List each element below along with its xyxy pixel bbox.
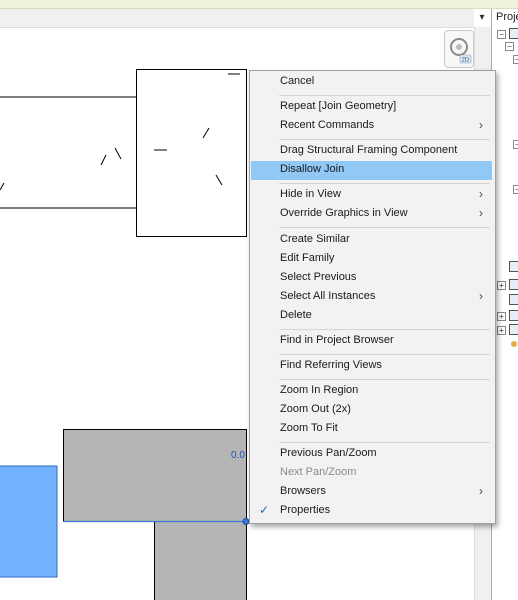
temporary-dimension[interactable]: 0.0 <box>231 450 245 461</box>
hatch-mark <box>114 147 122 160</box>
sheets-icon <box>509 279 518 290</box>
menu-item-cancel[interactable]: Cancel <box>251 73 492 92</box>
menu-item-hide-in-view[interactable]: Hide in View › <box>251 186 492 205</box>
menu-item-zoom-to-fit[interactable]: Zoom To Fit <box>251 420 492 439</box>
tree-expand-icon[interactable]: + <box>497 326 506 335</box>
menu-item-repeat-join-geometry[interactable]: Repeat [Join Geometry] <box>251 98 492 117</box>
menu-item-disallow-join[interactable]: Disallow Join <box>251 161 492 180</box>
menu-item-override-graphics-in-view[interactable]: Override Graphics in View › <box>251 205 492 224</box>
framing-outline-left[interactable] <box>0 96 138 209</box>
menu-separator <box>279 442 490 443</box>
chevron-right-icon: › <box>479 118 483 132</box>
chevron-right-icon: › <box>479 187 483 201</box>
menu-item-next-pan-zoom: Next Pan/Zoom <box>280 466 357 478</box>
project-browser-title: Proje <box>496 11 518 23</box>
legends-icon <box>509 294 518 305</box>
tree-expand-icon[interactable]: + <box>497 281 506 290</box>
menu-item-browsers[interactable]: Browsers › <box>251 483 492 502</box>
tree-expand-icon[interactable]: + <box>497 312 506 321</box>
tree-collapse-icon[interactable]: − <box>505 42 514 51</box>
menu-item-delete[interactable]: Delete <box>251 307 492 326</box>
tree-collapse-icon[interactable]: − <box>513 140 518 149</box>
menu-separator <box>279 379 490 380</box>
menu-item-create-similar[interactable]: Create Similar <box>251 231 492 250</box>
families-icon <box>509 310 518 321</box>
structural-element-bottom[interactable] <box>154 521 247 600</box>
steering-wheel-icon: 2D <box>450 38 472 64</box>
menu-item-properties[interactable]: ✓ Properties <box>251 502 492 521</box>
menu-item-zoom-out[interactable]: Zoom Out (2x) <box>251 401 492 420</box>
menu-separator <box>279 227 490 228</box>
menu-separator <box>279 183 490 184</box>
menu-item-find-referring-views[interactable]: Find Referring Views <box>251 357 492 376</box>
context-menu: Cancel Repeat [Join Geometry] Recent Com… <box>249 70 496 524</box>
menu-item-select-previous[interactable]: Select Previous <box>251 269 492 288</box>
menu-separator <box>279 95 490 96</box>
menu-separator <box>279 329 490 330</box>
tree-collapse-icon[interactable]: − <box>513 185 518 194</box>
schedule-icon <box>509 261 518 272</box>
menu-item-recent-commands[interactable]: Recent Commands › <box>251 117 492 136</box>
title-strip <box>0 0 518 9</box>
navigation-wheel-icon[interactable]: 2D <box>444 30 474 68</box>
menu-item-edit-family[interactable]: Edit Family <box>251 250 492 269</box>
chevron-right-icon: › <box>479 484 483 498</box>
views-icon <box>509 28 518 39</box>
hatch-mark <box>100 154 107 166</box>
tree-collapse-icon[interactable]: − <box>497 30 506 39</box>
chevron-right-icon: › <box>479 289 483 303</box>
tab-menu-icon[interactable]: ▾ <box>474 9 490 27</box>
menu-item-zoom-in-region[interactable]: Zoom In Region <box>251 382 492 401</box>
revit-links-icon <box>511 341 517 347</box>
menu-item-select-all-instances[interactable]: Select All Instances › <box>251 288 492 307</box>
view-tab-bar <box>0 9 474 28</box>
menu-item-find-in-project-browser[interactable]: Find in Project Browser <box>251 332 492 351</box>
menu-separator <box>279 354 490 355</box>
menu-item-previous-pan-zoom[interactable]: Previous Pan/Zoom <box>251 445 492 464</box>
framing-outline-right[interactable] <box>136 69 247 237</box>
chevron-right-icon: › <box>479 206 483 220</box>
check-icon: ✓ <box>259 503 270 517</box>
menu-item-drag-structural-framing-component[interactable]: Drag Structural Framing Component <box>251 142 492 161</box>
hatch-mark <box>0 182 5 191</box>
structural-element-top[interactable] <box>63 429 247 522</box>
groups-icon <box>509 324 518 335</box>
svg-text:2D: 2D <box>462 58 470 64</box>
selected-element[interactable] <box>0 465 58 578</box>
menu-separator <box>279 139 490 140</box>
tree-collapse-icon[interactable]: − <box>513 55 518 64</box>
